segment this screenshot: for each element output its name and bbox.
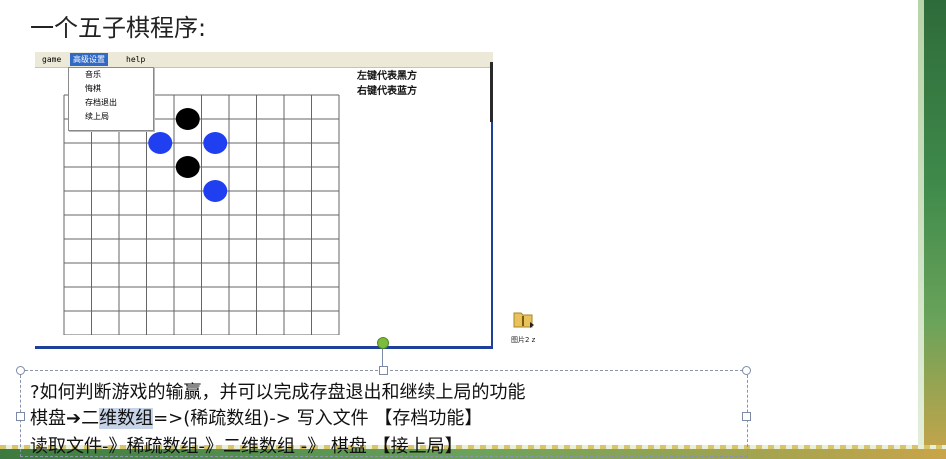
dropdown-item-music[interactable]: 音乐 (69, 68, 153, 82)
text-line-3: 读取文件-》稀疏数组-》二维数组 -》 棋盘 【接上局】 (30, 436, 463, 457)
resize-handle-top-right[interactable] (742, 366, 751, 375)
menu-bar: game 高级设置 help (35, 52, 493, 68)
gomoku-app-screenshot: game 高级设置 help 音乐 悔棋 存档退出 续上局 左键代表黑方 右键代… (35, 52, 493, 360)
text-line-2-board: 棋盘 (30, 408, 66, 429)
text-line-1: ?如何判断游戏的输赢，并可以完成存盘退出和继续上局的功能 (30, 382, 526, 403)
blue-stone (148, 132, 173, 154)
legend-right-click: 右键代表蓝方 (357, 86, 417, 97)
black-stone (175, 108, 200, 130)
menu-advanced-settings[interactable]: 高级设置 (70, 53, 108, 66)
legend-left-click: 左键代表黑方 (357, 71, 417, 82)
dropdown-item-undo[interactable]: 悔棋 (69, 82, 153, 96)
dropdown-item-resume[interactable]: 续上局 (69, 110, 153, 124)
text-selection-highlight: 维数组 (99, 408, 154, 429)
folder-zip-icon[interactable] (512, 308, 534, 330)
dropdown-item-save-exit[interactable]: 存档退出 (69, 96, 153, 110)
settings-dropdown: 音乐 悔棋 存档退出 续上局 (68, 67, 154, 131)
text-line-2-two: 二 (81, 408, 100, 429)
window-edge-fragment (490, 62, 493, 122)
file-label: 图片2 z (511, 336, 536, 344)
blue-stone (203, 132, 228, 154)
rotate-handle[interactable] (377, 337, 389, 349)
resize-handle-left[interactable] (16, 412, 25, 421)
resize-handle-top-left[interactable] (16, 366, 25, 375)
resize-handle-right[interactable] (742, 412, 751, 421)
slide-title: 一个五子棋程序: (30, 14, 207, 42)
slide-decoration-right (918, 0, 946, 459)
blue-stone (203, 180, 228, 202)
black-stone (175, 156, 200, 178)
menu-game[interactable]: game (39, 53, 64, 66)
arrow-icon: ➔ (66, 408, 82, 429)
text-line-2: 棋盘➔二维数组=>(稀疏数组)-> 写入文件 【存档功能】 (30, 404, 482, 430)
resize-handle-top[interactable] (379, 366, 388, 375)
menu-help[interactable]: help (123, 53, 148, 66)
controls-legend: 左键代表黑方 右键代表蓝方 (357, 69, 417, 99)
text-line-2-rest: =>(稀疏数组)-> 写入文件 【存档功能】 (153, 408, 483, 429)
